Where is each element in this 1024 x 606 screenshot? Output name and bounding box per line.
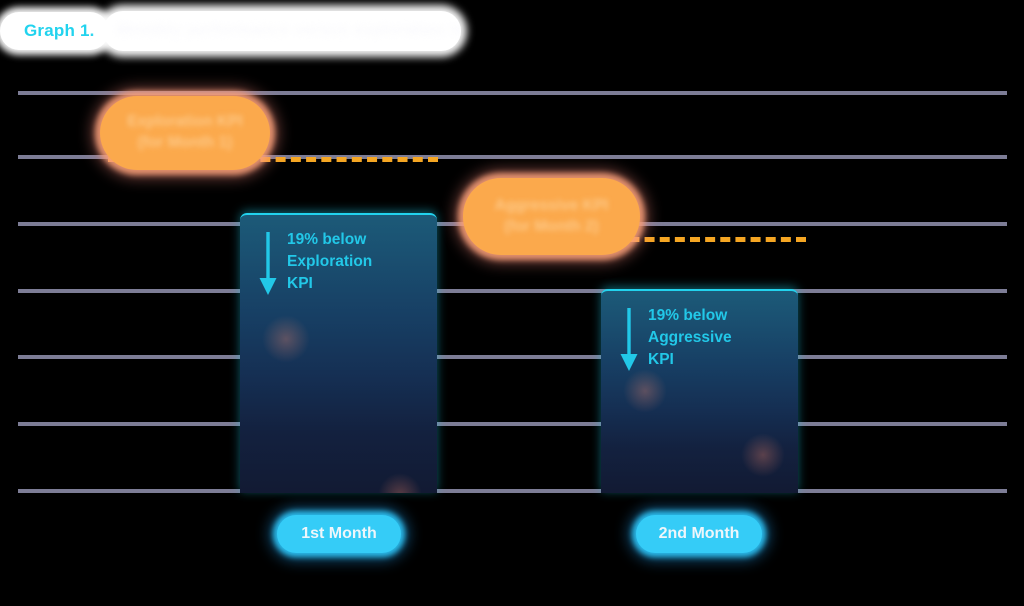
bar-annotation-1st-month: 19% below Exploration KPI <box>258 229 372 301</box>
x-axis-label-text: 1st Month <box>301 525 377 542</box>
x-axis-label-1st-month[interactable]: 1st Month <box>277 515 401 553</box>
gridline <box>18 422 1007 426</box>
gridline <box>18 91 1007 95</box>
arrow-down-icon <box>258 231 278 301</box>
chart-title: Graph 1. Monthly performance versus expl… <box>0 6 461 56</box>
bar-annotation-2nd-month: 19% below Aggressive KPI <box>619 305 732 377</box>
bar-highlight-blob <box>741 433 785 477</box>
gridline <box>18 289 1007 293</box>
title-redacted-bar: Monthly performance versus exploration t… <box>102 11 461 51</box>
gridline <box>18 489 1007 493</box>
x-axis-label-2nd-month[interactable]: 2nd Month <box>636 515 762 553</box>
title-redacted-text: Monthly performance versus exploration t… <box>116 20 461 39</box>
arrow-down-icon <box>619 307 639 377</box>
kpi-badge-aggressive[interactable]: Aggressive KPI (for Month 2) <box>463 178 640 255</box>
bar-highlight-blob <box>262 315 310 363</box>
x-axis-label-text: 2nd Month <box>658 525 740 542</box>
kpi-badge-label: Exploration KPI (for Month 1) <box>127 113 243 151</box>
title-prefix-highlight: Graph 1. <box>0 12 109 50</box>
gridline <box>18 355 1007 359</box>
chart-canvas: 19% below Exploration KPI 19% below Aggr… <box>0 0 1024 606</box>
bar-annotation-text: 19% below Exploration KPI <box>287 231 373 292</box>
bar-2nd-month[interactable]: 19% below Aggressive KPI <box>601 289 798 493</box>
bar-annotation-text: 19% below Aggressive KPI <box>648 307 732 368</box>
bar-highlight-blob <box>378 473 422 493</box>
plot-area <box>0 0 1024 606</box>
kpi-badge-label: Aggressive KPI (for Month 2) <box>494 196 609 235</box>
bar-1st-month[interactable]: 19% below Exploration KPI <box>240 213 437 493</box>
kpi-badge-exploration[interactable]: Exploration KPI (for Month 1) <box>100 96 270 170</box>
title-prefix-text: Graph 1. <box>24 21 95 40</box>
